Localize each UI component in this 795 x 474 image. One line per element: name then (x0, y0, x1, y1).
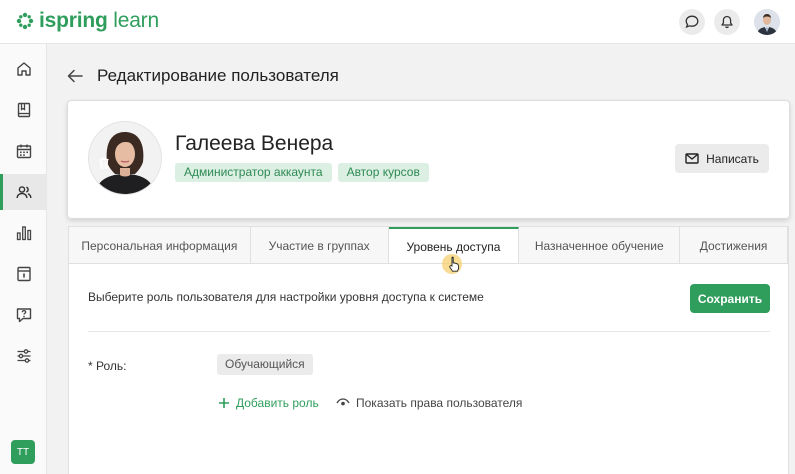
show-rights-label: Показать права пользователя (356, 396, 523, 410)
tab-label: Персональная информация (81, 238, 238, 253)
role-chip[interactable]: Обучающийся (217, 354, 313, 375)
access-level-panel: Выберите роль пользователя для настройки… (68, 263, 789, 474)
ispring-logo[interactable]: ispring learn (16, 10, 159, 32)
save-button[interactable]: Сохранить (690, 284, 770, 313)
eye-icon (336, 398, 350, 406)
sidebar-item-courses[interactable] (0, 92, 47, 128)
sidebar-item-settings[interactable] (0, 338, 47, 374)
hand-cursor-icon (449, 256, 460, 272)
divider (88, 331, 770, 332)
chat-button[interactable] (679, 9, 705, 35)
plus-icon (219, 398, 229, 408)
sidebar-item-reports[interactable] (0, 215, 47, 251)
role-tag: Администратор аккаунта (175, 163, 332, 182)
sidebar-item-questions[interactable] (0, 297, 47, 333)
sidebar-item-calendar[interactable] (0, 133, 47, 169)
sidebar-item-users[interactable] (0, 174, 47, 210)
envelope-icon (685, 153, 699, 164)
home-icon (16, 62, 31, 76)
show-rights-button[interactable]: Показать права пользователя (336, 396, 522, 410)
tab-label: Уровень доступа (406, 240, 501, 254)
sidebar-item-events[interactable] (0, 256, 47, 292)
delete-photo-button[interactable] (97, 156, 111, 175)
calendar-card-icon (16, 266, 31, 282)
chat-icon (685, 15, 699, 29)
role-field-label: * Роль: (88, 359, 127, 373)
tab-label: Назначенное обучение (534, 238, 664, 253)
profile-card: Галеева Венера Администратор аккаунта Ав… (68, 101, 789, 218)
current-user-avatar[interactable] (754, 9, 780, 35)
top-bar: ispring learn (0, 0, 795, 44)
user-full-name: Галеева Венера (175, 132, 334, 155)
sidebar: ТТ (0, 44, 47, 474)
users-icon (16, 186, 31, 199)
tab-achievements[interactable]: Достижения (680, 227, 788, 264)
page-title: Редактирование пользователя (97, 66, 339, 85)
role-tag: Автор курсов (337, 163, 429, 182)
question-icon (16, 308, 31, 323)
trash-icon (99, 157, 109, 169)
notifications-button[interactable] (714, 9, 740, 35)
sliders-icon (17, 349, 30, 363)
profile-tabs: Персональная информация Участие в группа… (68, 226, 789, 265)
calendar-icon (16, 144, 31, 159)
sidebar-item-home[interactable] (0, 51, 47, 87)
add-role-button[interactable]: Добавить роль (218, 396, 319, 410)
write-message-label: Написать (706, 151, 759, 166)
tab-assigned-learning[interactable]: Назначенное обучение (519, 227, 681, 264)
ispring-logo-icon (16, 12, 34, 30)
bell-icon (721, 15, 733, 29)
book-icon (17, 102, 30, 118)
access-description: Выберите роль пользователя для настройки… (88, 290, 484, 304)
tab-label: Достижения (699, 238, 768, 253)
tab-groups[interactable]: Участие в группах (251, 227, 389, 264)
add-role-label: Добавить роль (236, 396, 319, 410)
write-message-button[interactable]: Написать (675, 144, 769, 173)
user-photo-icon (754, 9, 780, 35)
tab-personal-info[interactable]: Персональная информация (69, 227, 251, 264)
user-initials-badge[interactable]: ТТ (11, 440, 35, 464)
arrow-left-icon (67, 69, 83, 83)
tab-label: Участие в группах (268, 238, 370, 253)
bar-chart-icon (16, 226, 31, 241)
role-tags: Администратор аккаунта Автор курсов (175, 163, 429, 182)
back-button[interactable] (66, 66, 84, 86)
logo-text: ispring learn (39, 9, 159, 32)
